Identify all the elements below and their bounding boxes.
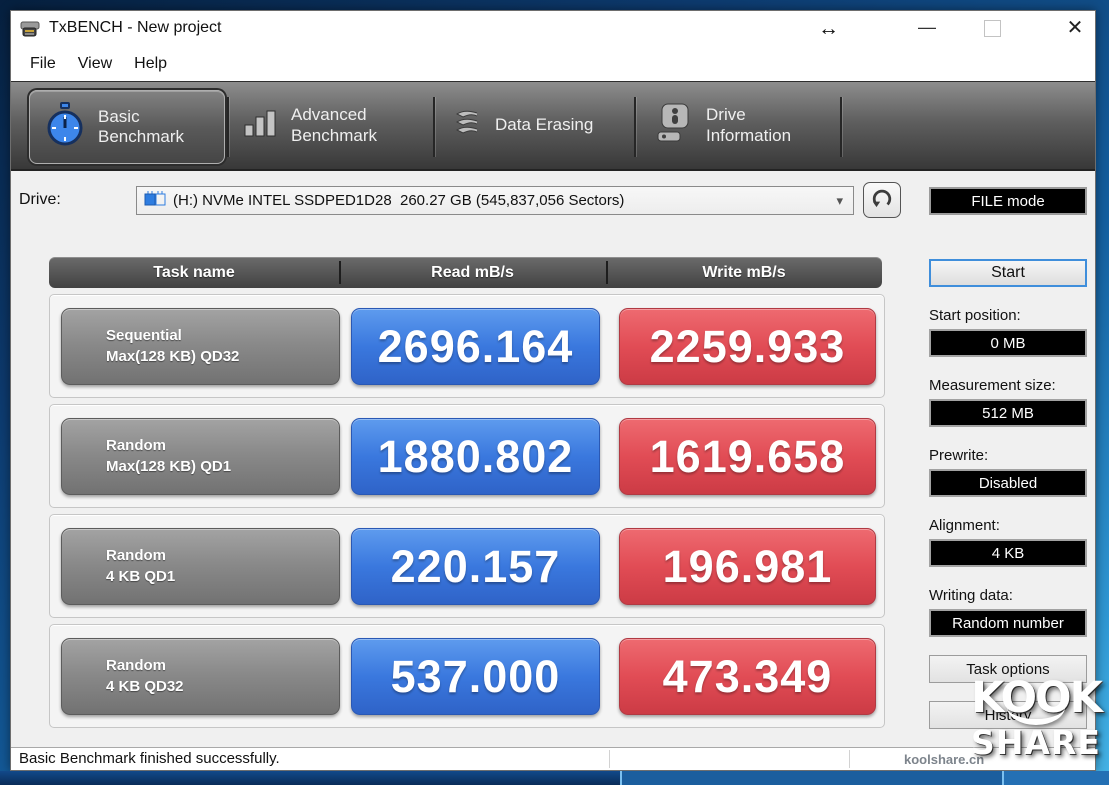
tab-separator bbox=[634, 97, 636, 157]
write-value: 196.981 bbox=[619, 528, 876, 605]
file-mode-button[interactable]: FILE mode bbox=[929, 187, 1087, 215]
task-name-line: Random bbox=[106, 547, 166, 565]
task-name-line: Max(128 KB) QD32 bbox=[106, 347, 240, 365]
task-button[interactable]: Sequential Max(128 KB) QD32 bbox=[61, 308, 340, 385]
tab-label-line: Drive bbox=[706, 105, 746, 125]
tab-separator bbox=[840, 97, 842, 157]
task-name-line: Random bbox=[106, 657, 166, 675]
table-row: Random Max(128 KB) QD1 1880.802 1619.658 bbox=[49, 404, 885, 508]
status-message: Basic Benchmark finished successfully. bbox=[19, 750, 280, 767]
tab-label-line: Advanced bbox=[291, 105, 367, 125]
tab-separator bbox=[227, 97, 229, 157]
tab-label-line: Benchmark bbox=[98, 127, 184, 146]
task-button[interactable]: Random Max(128 KB) QD1 bbox=[61, 418, 340, 495]
tab-label-line: Basic bbox=[98, 106, 140, 126]
tab-label-line: Benchmark bbox=[291, 125, 377, 145]
task-button[interactable]: Random 4 KB QD1 bbox=[61, 528, 340, 605]
measurement-size-label: Measurement size: bbox=[929, 377, 1056, 394]
resize-cursor-icon: ↔ bbox=[818, 17, 839, 40]
taskbar-segment bbox=[1002, 771, 1109, 785]
task-button[interactable]: Random 4 KB QD32 bbox=[61, 638, 340, 715]
status-separator bbox=[849, 750, 850, 768]
app-icon bbox=[20, 20, 42, 38]
table-row: Sequential Max(128 KB) QD32 2696.164 225… bbox=[49, 294, 885, 398]
results-table: Sequential Max(128 KB) QD32 2696.164 225… bbox=[49, 294, 885, 734]
read-value: 1880.802 bbox=[351, 418, 600, 495]
start-position-value[interactable]: 0 MB bbox=[929, 329, 1087, 357]
read-value: 537.000 bbox=[351, 638, 600, 715]
title-bar: TxBENCH - New project ↔ — ✕ bbox=[11, 11, 1095, 47]
chevron-down-icon: ▾ bbox=[836, 192, 843, 208]
tab-bar: Basic Benchmark Advanced Benchmark Data … bbox=[11, 81, 1095, 171]
drive-selected-value: (H:) NVMe INTEL SSDPED1D28 260.27 GB (54… bbox=[173, 192, 625, 209]
start-position-label: Start position: bbox=[929, 307, 1021, 324]
tab-advanced-benchmark-label: Advanced Benchmark bbox=[291, 105, 377, 146]
menu-help[interactable]: Help bbox=[123, 51, 178, 77]
write-value: 2259.933 bbox=[619, 308, 876, 385]
app-window: TxBENCH - New project ↔ — ✕ File View He… bbox=[10, 10, 1096, 771]
bar-chart-icon bbox=[243, 107, 279, 144]
taskbar-segment bbox=[620, 771, 1002, 785]
tab-advanced-benchmark[interactable]: Advanced Benchmark bbox=[243, 82, 429, 169]
table-row: Random 4 KB QD32 537.000 473.349 bbox=[49, 624, 885, 728]
tab-data-erasing[interactable]: Data Erasing bbox=[449, 82, 635, 169]
close-button[interactable]: ✕ bbox=[1054, 15, 1096, 41]
menu-file[interactable]: File bbox=[19, 51, 67, 77]
task-name-line: 4 KB QD1 bbox=[106, 567, 176, 585]
writing-data-value[interactable]: Random number bbox=[929, 609, 1087, 637]
tab-basic-benchmark-label: Basic Benchmark bbox=[98, 107, 184, 148]
windows-taskbar[interactable] bbox=[0, 771, 1109, 785]
maximize-button[interactable] bbox=[984, 20, 1001, 37]
status-separator bbox=[609, 750, 610, 768]
minimize-button[interactable]: — bbox=[906, 17, 948, 41]
task-name-line: 4 KB QD32 bbox=[106, 677, 184, 695]
task-name-line: Max(128 KB) QD1 bbox=[106, 457, 232, 475]
prewrite-value[interactable]: Disabled bbox=[929, 469, 1087, 497]
drive-label: Drive: bbox=[19, 191, 61, 208]
drive-select[interactable]: (H:) NVMe INTEL SSDPED1D28 260.27 GB (54… bbox=[136, 186, 854, 215]
header-separator bbox=[339, 261, 341, 284]
tab-drive-information[interactable]: Drive Information bbox=[656, 82, 836, 169]
header-task-name: Task name bbox=[153, 263, 235, 281]
write-value: 1619.658 bbox=[619, 418, 876, 495]
writing-data-label: Writing data: bbox=[929, 587, 1013, 604]
watermark-line2: SHARE bbox=[971, 722, 1101, 762]
file-mode-label: FILE mode bbox=[971, 192, 1045, 210]
erase-icon bbox=[449, 108, 483, 143]
read-value: 2696.164 bbox=[351, 308, 600, 385]
settings-sidebar: Start Start position: 0 MB Measurement s… bbox=[929, 259, 1087, 729]
menu-bar: File View Help bbox=[11, 47, 1095, 81]
task-name-line: Random bbox=[106, 437, 166, 455]
refresh-icon bbox=[871, 187, 893, 214]
koolshare-watermark-logo: KOOK SHARE bbox=[963, 677, 1109, 762]
write-value: 473.349 bbox=[619, 638, 876, 715]
alignment-value[interactable]: 4 KB bbox=[929, 539, 1087, 567]
measurement-size-value[interactable]: 512 MB bbox=[929, 399, 1087, 427]
table-header: Task name Read mB/s Write mB/s bbox=[49, 257, 882, 288]
drive-info-icon bbox=[656, 102, 694, 149]
prewrite-label: Prewrite: bbox=[929, 447, 989, 464]
alignment-label: Alignment: bbox=[929, 517, 1000, 534]
start-button[interactable]: Start bbox=[929, 259, 1087, 287]
refresh-drives-button[interactable] bbox=[863, 182, 901, 218]
tab-separator bbox=[433, 97, 435, 157]
task-name-line: Sequential bbox=[106, 327, 182, 345]
header-separator bbox=[606, 261, 608, 284]
read-value: 220.157 bbox=[351, 528, 600, 605]
stopwatch-icon bbox=[44, 101, 86, 154]
table-row: Random 4 KB QD1 220.157 196.981 bbox=[49, 514, 885, 618]
tab-basic-benchmark[interactable]: Basic Benchmark bbox=[29, 90, 225, 164]
status-bar: Basic Benchmark finished successfully. k… bbox=[11, 747, 1095, 770]
drive-icon bbox=[143, 190, 167, 212]
tab-data-erasing-label: Data Erasing bbox=[495, 115, 594, 135]
header-read: Read mB/s bbox=[431, 263, 514, 281]
tab-drive-information-label: Drive Information bbox=[706, 105, 791, 146]
window-title: TxBENCH - New project bbox=[49, 19, 222, 36]
menu-view[interactable]: View bbox=[67, 51, 123, 77]
header-write: Write mB/s bbox=[702, 263, 786, 281]
tab-label-line: Information bbox=[706, 125, 792, 145]
